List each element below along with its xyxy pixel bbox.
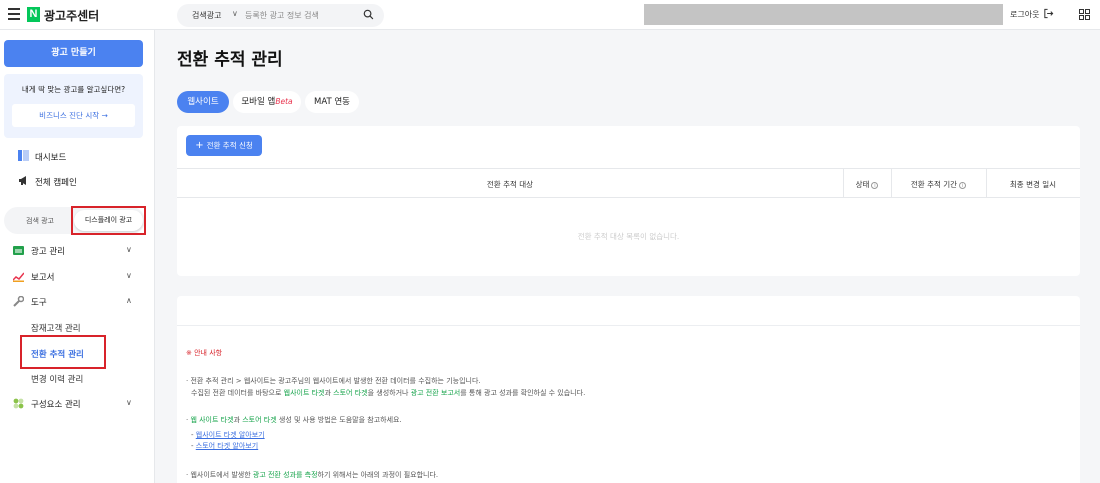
- chevron-up-icon[interactable]: ∧: [126, 296, 132, 305]
- notice-card: ※ 안내 사항 · 전환 추적 관리 > 웹사이트는 광고주님의 웹사이트에서 …: [177, 296, 1080, 483]
- plus-icon: +: [195, 140, 204, 151]
- highlight-text: 스토어 타겟: [333, 389, 368, 397]
- help-link-row: - 스토어 타겟 알아보기: [191, 442, 259, 450]
- store-target-help-link[interactable]: 스토어 타겟 알아보기: [196, 442, 258, 450]
- create-ad-button[interactable]: 광고 만들기: [4, 40, 143, 67]
- tab-mobile-app[interactable]: 모바일 앱Beta: [233, 91, 301, 113]
- text: 과: [233, 416, 243, 424]
- add-conversion-tracking-button[interactable]: + 전환 추적 신청: [186, 135, 262, 156]
- sidebar-item-label: 구성요소 관리: [31, 400, 81, 410]
- app-title[interactable]: 광고주센터: [44, 7, 99, 24]
- notice-paragraph: 수집된 전환 데이터를 바탕으로 웹사이트 타겟과 스토어 타겟을 생성하거나 …: [191, 388, 585, 398]
- menu-icon[interactable]: [8, 8, 20, 20]
- column-header-label: 전환 추적 기간: [910, 180, 958, 189]
- table-header: 전환 추적 대상 상태 i 전환 추적 기간 i 최종 변경 일시: [177, 168, 1080, 198]
- tab-mat[interactable]: MAT 연동: [305, 91, 359, 113]
- sidebar-item-label: 보고서: [31, 273, 55, 283]
- top-bar: N 광고주센터 검색광고 ∨ 등록한 광고 정보 검색 로그아웃: [0, 0, 1100, 30]
- promo-question: 내게 딱 맞는 광고를 알고싶다면?: [21, 85, 126, 94]
- empty-state-message: 전환 추적 대상 목록이 없습니다.: [577, 232, 680, 241]
- website-target-help-link[interactable]: 웹사이트 타겟 알아보기: [196, 431, 265, 439]
- notice-paragraph: · 웹사이트에서 발생한 광고 전환 성과를 측정하기 위해서는 아래의 과정이…: [186, 470, 438, 480]
- text: 과: [324, 389, 334, 397]
- column-header-status: 상태 i: [843, 179, 891, 190]
- tab-label: 모바일 앱: [241, 97, 276, 107]
- info-icon[interactable]: i: [871, 181, 879, 189]
- column-header-updated: 최종 변경 일시: [1009, 180, 1057, 189]
- components-icon: [13, 398, 24, 409]
- column-header-target: 전환 추적 대상: [486, 180, 534, 189]
- conversion-list-card: + 전환 추적 신청 전환 추적 대상 상태 i 전환 추적 기간 i 최종 변경 일…: [177, 126, 1080, 276]
- text: 수집된 전환 데이터를 바탕으로: [191, 389, 284, 397]
- sidebar-subitem-audience[interactable]: 잠재고객 관리: [31, 322, 81, 334]
- search-icon[interactable]: [363, 9, 374, 20]
- promo-banner: 내게 딱 맞는 광고를 알고싶다면? 비즈니스 진단 시작 →: [4, 74, 143, 138]
- beta-badge: Beta: [275, 97, 293, 106]
- search-box: 검색광고 ∨ 등록한 광고 정보 검색: [177, 4, 384, 27]
- sidebar: 광고 만들기 내게 딱 맞는 광고를 알고싶다면? 비즈니스 진단 시작 → 대…: [0, 30, 155, 483]
- chevron-down-icon[interactable]: ∨: [126, 398, 132, 407]
- sidebar-item-label: 도구: [31, 298, 47, 308]
- highlight-text: 광고 전환 보고서: [410, 389, 461, 397]
- page-title: 전환 추적 관리: [177, 50, 283, 70]
- column-header-period: 전환 추적 기간 i: [891, 179, 986, 190]
- highlight-box-display-ad: [71, 206, 146, 235]
- notice-title: ※ 안내 사항: [186, 349, 223, 357]
- text: 생성 및 사용 방법은 도움말을 참고하세요.: [276, 416, 402, 424]
- tab-website[interactable]: 웹사이트: [177, 91, 229, 113]
- business-diagnosis-button[interactable]: 비즈니스 진단 시작 →: [12, 104, 135, 127]
- sidebar-item-label: 광고 관리: [31, 247, 65, 257]
- chevron-down-icon[interactable]: ∨: [126, 245, 132, 254]
- divider: [177, 325, 1080, 326]
- wrench-icon: [13, 296, 24, 307]
- notice-paragraph: · 웹 사이트 타겟과 스토어 타겟 생성 및 사용 방법은 도움말을 참고하세…: [186, 415, 402, 425]
- folder-icon: [13, 246, 24, 255]
- highlight-text: 스토어 타겟: [242, 416, 277, 424]
- megaphone-icon: [19, 176, 26, 185]
- dashboard-icon: [18, 150, 29, 161]
- notice-paragraph: · 전환 추적 관리 > 웹사이트는 광고주님의 웹사이트에서 발생한 전환 데…: [186, 377, 481, 385]
- search-input[interactable]: 등록한 광고 정보 검색: [245, 10, 319, 21]
- text: · 웹사이트에서 발생한: [186, 471, 253, 479]
- text: 를 통해 광고 성과를 확인하실 수 있습니다.: [460, 389, 586, 397]
- column-header-label: 상태: [855, 180, 870, 189]
- highlight-text: 웹 사이트 타겟: [190, 416, 234, 424]
- chevron-down-icon[interactable]: ∨: [126, 271, 132, 280]
- sidebar-subitem-change-history[interactable]: 변경 이력 관리: [31, 373, 83, 385]
- grid-apps-icon[interactable]: [1079, 9, 1090, 20]
- sidebar-item-label: 대시보드: [35, 153, 67, 163]
- highlight-text: 웹사이트 타겟: [283, 389, 325, 397]
- logout-icon[interactable]: [1043, 8, 1054, 19]
- highlight-text: 광고 전환 성과를 측정: [252, 471, 318, 479]
- chart-icon: [13, 272, 24, 282]
- highlight-box-conversion-tracking: [20, 335, 106, 369]
- button-label: 전환 추적 신청: [206, 141, 253, 150]
- info-icon[interactable]: i: [959, 181, 967, 189]
- text: 하기 위해서는 아래의 과정이 필요합니다.: [317, 471, 439, 479]
- logout-button[interactable]: 로그아웃: [1010, 9, 1039, 20]
- chevron-down-icon[interactable]: ∨: [232, 9, 238, 18]
- naver-logo[interactable]: N: [27, 7, 40, 22]
- text: 을 생성하거나: [367, 389, 411, 397]
- help-link-row: - 웹사이트 타겟 알아보기: [191, 431, 265, 439]
- search-ad-toggle[interactable]: 검색 광고: [4, 216, 76, 226]
- search-type-select[interactable]: 검색광고: [192, 10, 221, 21]
- sidebar-item-label: 전체 캠페인: [35, 178, 77, 188]
- account-info-redacted: [644, 4, 1003, 25]
